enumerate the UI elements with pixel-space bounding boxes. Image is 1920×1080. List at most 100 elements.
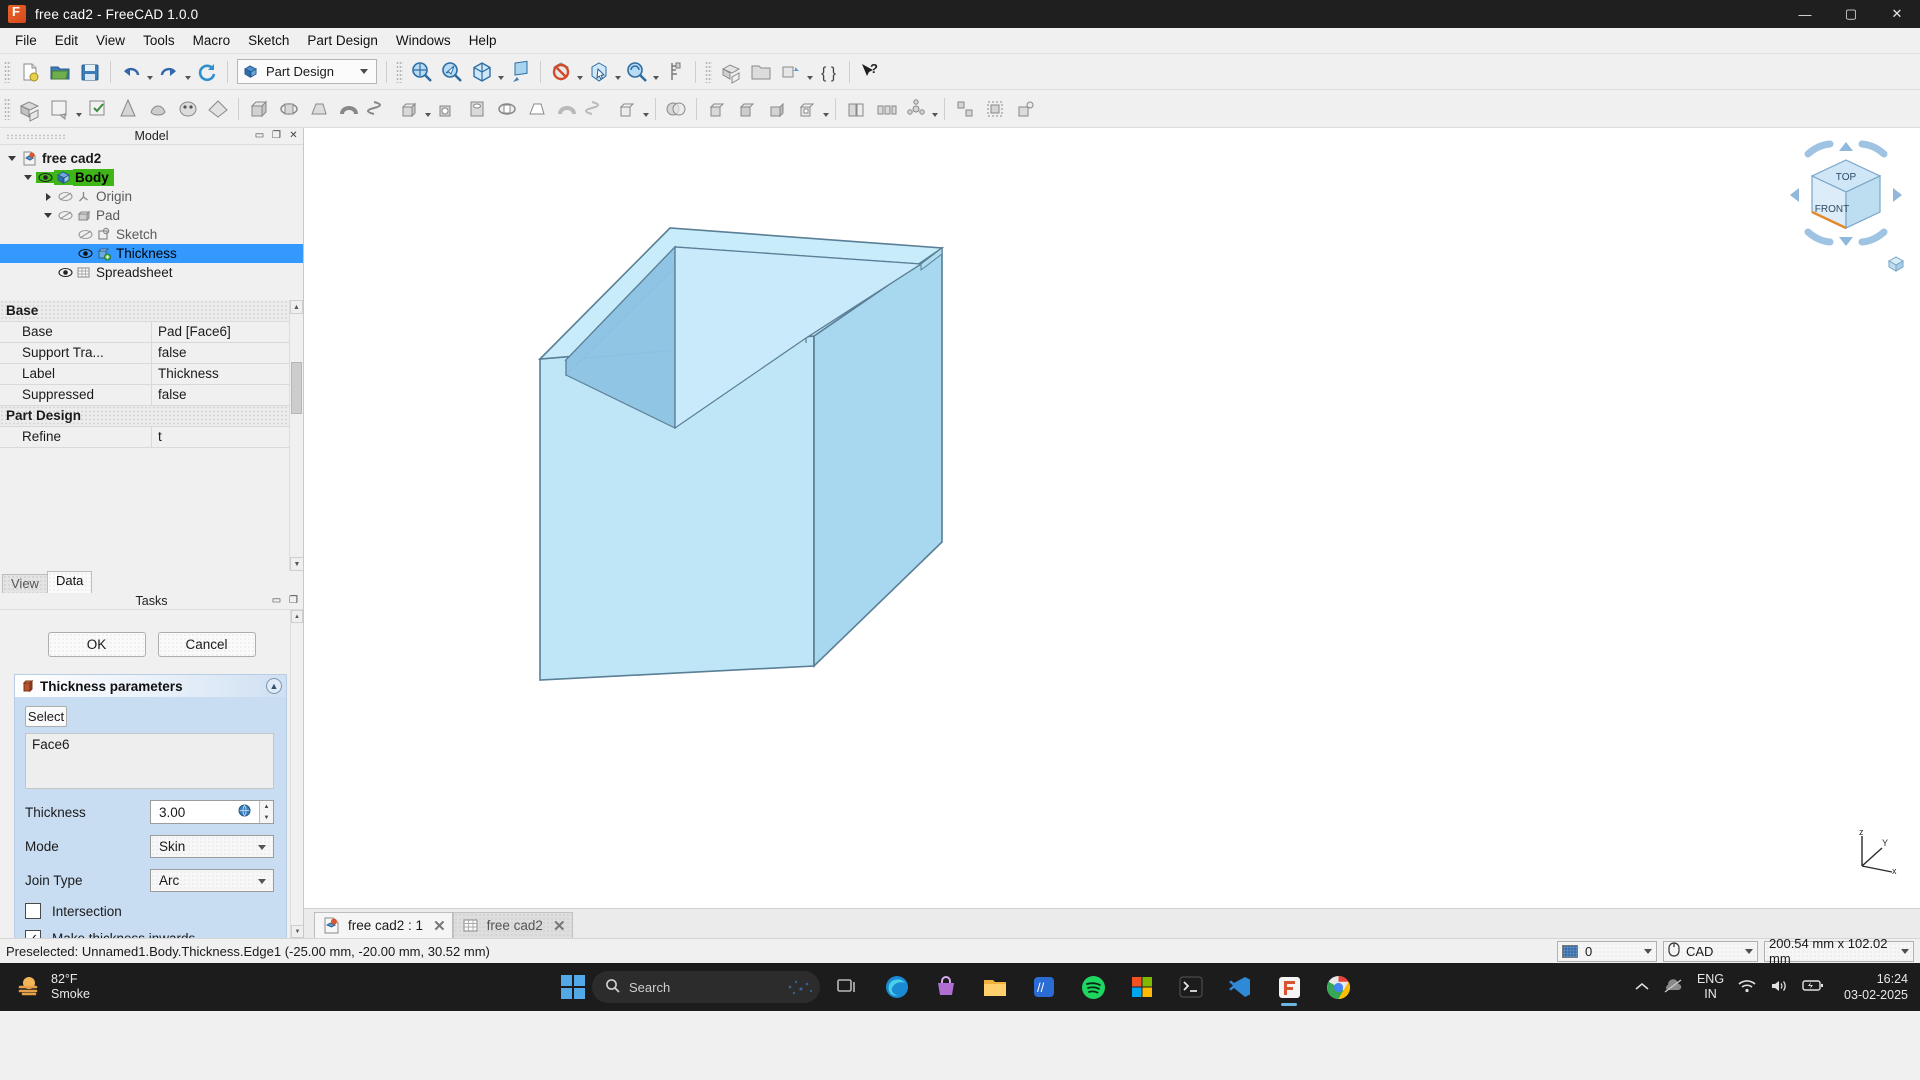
tree-item-body[interactable]: Body (0, 168, 303, 187)
spotify-icon[interactable] (1072, 966, 1114, 1008)
onedrive-icon[interactable] (1663, 978, 1683, 996)
taskbar-clock[interactable]: 16:24 03-02-2025 (1844, 971, 1908, 1003)
dimensions-indicator[interactable]: 200.54 mm x 102.02 mm (1764, 936, 1914, 966)
redo-icon[interactable] (154, 57, 184, 87)
table-row[interactable]: Support Tra... false (0, 342, 303, 364)
property-value[interactable]: Thickness (151, 363, 303, 385)
thickness-input[interactable]: 3.00 ▲ ▼ (150, 800, 274, 824)
menu-help[interactable]: Help (460, 30, 506, 51)
select-view-icon[interactable] (584, 57, 614, 87)
whatsthis-icon[interactable]: ? (855, 57, 885, 87)
close-button[interactable]: ✕ (1874, 0, 1920, 28)
hole-icon[interactable] (462, 94, 492, 124)
terminal-icon[interactable] (1170, 966, 1212, 1008)
panel-undock-icon[interactable]: ❐ (288, 595, 299, 606)
thickness-stepper[interactable]: ▲ ▼ (259, 801, 273, 823)
edit-sketch-icon[interactable] (83, 94, 113, 124)
mode-select[interactable]: Skin (150, 835, 274, 858)
shape-binder-icon[interactable] (1010, 94, 1040, 124)
folder-icon[interactable] (746, 57, 776, 87)
freecad-icon[interactable] (1268, 966, 1310, 1008)
close-icon[interactable]: ✕ (553, 917, 566, 935)
table-row[interactable]: Refine t (0, 426, 303, 448)
edge-icon[interactable] (876, 966, 918, 1008)
menu-windows[interactable]: Windows (387, 30, 460, 51)
document-tab-3d-view[interactable]: free cad2 : 1 ✕ (314, 912, 453, 938)
twisty-down-icon[interactable] (20, 175, 36, 180)
wifi-icon[interactable] (1738, 979, 1756, 996)
language-indicator[interactable]: ENG IN (1697, 972, 1724, 1002)
tree-item-thickness[interactable]: Thickness (0, 244, 303, 263)
panel-float-icon[interactable]: ▭ (271, 595, 282, 606)
property-editor[interactable]: Base Base Pad [Face6] Support Tra... fal… (0, 300, 303, 571)
document-tab-spreadsheet[interactable]: free cad2 ✕ (452, 912, 573, 938)
validate-sketch-icon[interactable] (143, 94, 173, 124)
menu-tools[interactable]: Tools (134, 30, 184, 51)
file-explorer-icon[interactable] (974, 966, 1016, 1008)
tree-item-sketch[interactable]: Sketch (0, 225, 303, 244)
draft-icon[interactable] (762, 94, 792, 124)
scrollbar-thumb[interactable] (291, 362, 302, 414)
toolbar-grip[interactable] (4, 97, 11, 120)
tree-item-origin[interactable]: Origin (0, 187, 303, 206)
merge-sketch-icon[interactable] (173, 94, 203, 124)
face-list[interactable]: Face6 (25, 733, 274, 789)
join-type-select[interactable]: Arc (150, 869, 274, 892)
create-body-icon[interactable] (15, 94, 45, 124)
panel-undock-icon[interactable]: ❐ (271, 130, 282, 141)
3d-viewport[interactable]: TOP FRONT TOP FRONT z Y x (304, 128, 1920, 938)
chamfer-icon[interactable] (732, 94, 762, 124)
pocket-icon[interactable] (432, 94, 462, 124)
scroll-down-icon[interactable]: ▼ (290, 557, 303, 571)
chrome-icon[interactable] (1317, 966, 1359, 1008)
subtractive-box-icon[interactable] (612, 94, 642, 124)
boolean-icon[interactable] (661, 94, 691, 124)
layer-selector[interactable]: 0 (1557, 940, 1657, 962)
toolbar-grip[interactable] (4, 60, 11, 83)
close-icon[interactable]: ✕ (433, 917, 446, 935)
open-document-icon[interactable] (45, 57, 75, 87)
sketch-dropdown-icon[interactable] (75, 94, 83, 124)
groove-icon[interactable] (492, 94, 522, 124)
navcube-corner-icon[interactable] (1886, 254, 1906, 274)
select-view-dropdown-icon[interactable] (614, 57, 622, 87)
pad-icon[interactable] (244, 94, 274, 124)
redo-dropdown-icon[interactable] (184, 57, 192, 87)
menu-view[interactable]: View (87, 30, 134, 51)
visibility-eye-icon[interactable] (76, 248, 94, 259)
subtractive-helix-icon[interactable] (582, 94, 612, 124)
task-view-icon[interactable] (827, 966, 869, 1008)
menu-file[interactable]: File (6, 30, 46, 51)
chevron-up-icon[interactable]: ▲ (266, 678, 282, 694)
property-value[interactable]: false (151, 384, 303, 406)
scaled-icon[interactable] (980, 94, 1010, 124)
sync-view-icon[interactable] (622, 57, 652, 87)
visibility-eye-icon[interactable] (36, 172, 54, 183)
tasks-scrollbar[interactable]: ▲ ▼ (290, 610, 303, 938)
linear-pattern-icon[interactable] (871, 94, 901, 124)
store-icon[interactable] (925, 966, 967, 1008)
link-dropdown-icon[interactable] (806, 57, 814, 87)
thickness-icon[interactable] (792, 94, 822, 124)
table-row[interactable]: Suppressed false (0, 384, 303, 406)
search-input[interactable]: Search (592, 971, 820, 1003)
navigation-cube[interactable]: TOP FRONT TOP FRONT (1786, 140, 1906, 250)
toolbar-grip[interactable] (705, 60, 712, 83)
polar-pattern-icon[interactable] (901, 94, 931, 124)
mirror-sketch-icon[interactable] (203, 94, 233, 124)
list-item[interactable]: Face6 (32, 737, 267, 752)
property-value[interactable]: Pad [Face6] (151, 321, 303, 343)
link-icon[interactable] (776, 57, 806, 87)
property-group-base[interactable]: Base (0, 300, 303, 322)
additive-box-icon[interactable] (394, 94, 424, 124)
visibility-hidden-icon[interactable] (76, 229, 94, 240)
fit-selection-icon[interactable] (437, 57, 467, 87)
twisty-right-icon[interactable] (40, 192, 56, 201)
volume-icon[interactable] (1770, 979, 1788, 996)
additive-helix-icon[interactable] (364, 94, 394, 124)
visibility-eye-icon[interactable] (56, 267, 74, 278)
office-icon[interactable] (1121, 966, 1163, 1008)
tree-item-spreadsheet[interactable]: Spreadsheet (0, 263, 303, 282)
multitransform-icon[interactable] (950, 94, 980, 124)
undo-icon[interactable] (116, 57, 146, 87)
